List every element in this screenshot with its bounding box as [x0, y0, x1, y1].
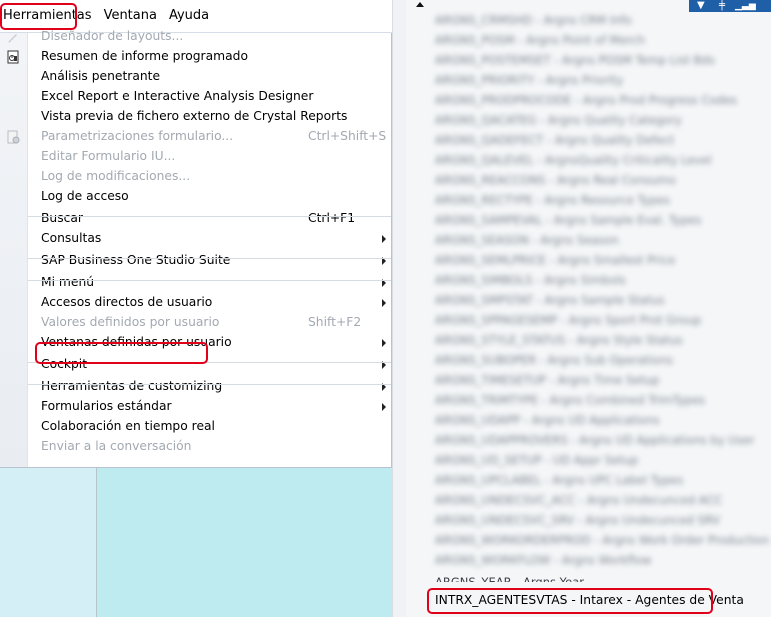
udo-row[interactable]: ARGNS_POSTEMSET - Argns POSM Temp List B… — [435, 53, 715, 71]
menu-item-parametrizaciones-formulario[interactable]: Parametrizaciones formulario... Ctrl+Shif… — [0, 127, 391, 147]
udo-list-pane: ▼ ╪ ▁▃▅ ARGNS_CRMSHD - Argns CRM Info ARG… — [406, 0, 771, 617]
udo-row[interactable]: ARGNS_QACATEG - Argns Quality Category — [435, 113, 682, 131]
menu-item-ventanas-definidas-por-usuario[interactable]: Ventanas definidas por usuario — [0, 333, 391, 353]
menu-item-label: Resumen de informe programado — [41, 49, 248, 63]
submenu-arrow-icon — [382, 339, 386, 347]
menu-item-excel-report-e-interactive-analysis-designer[interactable]: Excel Report e Interactive Analysis Desi… — [0, 87, 391, 107]
menu-item-label: Buscar — [41, 211, 83, 225]
menu-item-label: Log de acceso — [41, 189, 129, 203]
udo-row[interactable]: ARGNS_STYLE_STATUS - Argns Style Status — [435, 333, 683, 351]
udo-row[interactable]: ARGNS_SIMBOLS - Argns Simbols — [435, 273, 626, 291]
menu-item-enviar-a-la-conversacion[interactable]: Enviar a la conversación — [0, 437, 391, 457]
menu-item-label: Mi menú — [41, 275, 95, 289]
udo-row[interactable]: ARGNS_POSM - Argns Point of Merch — [435, 33, 645, 51]
menu-item-valores-definidos-por-usuario[interactable]: Valores definidos por usuario Shift+F2 — [0, 313, 391, 333]
menu-item-colaboracion-en-tiempo-real[interactable]: Colaboración en tiempo real — [0, 417, 391, 437]
menu-item-label: Consultas — [41, 231, 102, 245]
menu-item-shortcut: Shift+F2 — [308, 315, 362, 329]
background-panel-cyan — [97, 468, 392, 617]
menu-item-label: Parametrizaciones formulario... — [41, 129, 234, 143]
signal-icon: ▁▃▅ — [735, 1, 756, 11]
udo-row[interactable]: ARGNS_UDAPP - Argns UD Applications — [435, 413, 660, 431]
menu-item-editar-formulario-iu[interactable]: Editar Formulario IU... — [0, 147, 391, 167]
udo-row[interactable]: ARGNS_SAMPEVAL - Argns Sample Eval. Type… — [435, 213, 701, 231]
udo-row[interactable]: ARGNS_SMPSTAT - Argns Sample Status — [435, 293, 665, 311]
menu-item-analisis-penetrante[interactable]: Análisis penetrante — [0, 67, 391, 87]
chevron-down-icon[interactable]: ▼ — [697, 1, 705, 11]
menu-item-label: Editar Formulario IU... — [41, 149, 176, 163]
submenu-arrow-icon — [382, 299, 386, 307]
udo-row[interactable]: ARGNS_QADEFECT - Argns Quality Defect — [435, 133, 674, 151]
udo-row[interactable]: ARGNS_PRIORITY - Argns Priority — [435, 73, 623, 91]
menu-item-label: Enviar a la conversación — [41, 439, 192, 453]
menu-item-log-de-modificaciones[interactable]: Log de modificaciones... — [0, 167, 391, 187]
udo-row[interactable]: ARGNS_UD_SETUP - UD Appr Setup — [435, 453, 638, 471]
menu-item-buscar[interactable]: Buscar Ctrl+F1 — [0, 209, 391, 229]
menu-separator — [28, 384, 391, 385]
udo-row[interactable]: ARGNS_TRIMTYPE - Argns Combined TrimType… — [435, 393, 705, 411]
udo-row[interactable]: ARGNS_CRMSHD - Argns CRM Info — [435, 13, 632, 31]
menu-item-mi-menu[interactable]: Mi menú — [0, 273, 391, 293]
pencil-icon — [5, 29, 21, 45]
udo-row[interactable]: ARGNS_QALEVEL - ArgnsQuality Criticality… — [435, 153, 711, 171]
udo-row[interactable]: ARGNS_RECTYPE - Argns Resource Types — [435, 193, 670, 211]
menu-item-label: Excel Report e Interactive Analysis Desi… — [41, 89, 314, 103]
pin-icon[interactable]: ╪ — [719, 1, 725, 11]
menu-item-label: Accesos directos de usuario — [41, 295, 213, 309]
udo-row[interactable]: ARGNS_SUBOPER - Argns Sub Operations — [435, 353, 673, 371]
title-bar-strip: ▼ ╪ ▁▃▅ — [689, 0, 771, 12]
udo-row[interactable]: ARGNS_SEASON - Argns Season — [435, 233, 619, 251]
menu-item-sap-business-one-studio-suite[interactable]: SAP Business One Studio Suite — [0, 251, 391, 271]
menu-separator — [28, 258, 391, 259]
udo-row[interactable]: ARGNS_UNDECSVC_SRV - Argns Undecunced SR… — [435, 513, 720, 531]
udo-row[interactable]: ARGNS_TIMESETUP - Argns Time Setup — [435, 373, 659, 391]
udo-row[interactable]: ARGNS_REACCONS - Argns Real Consumo — [435, 173, 676, 191]
udo-row[interactable]: ARGNS_UNDECSVC_ACC - Argns Undecunced AC… — [435, 493, 722, 511]
submenu-arrow-icon — [382, 235, 386, 243]
menu-item-label: Ventanas definidas por usuario — [41, 335, 232, 349]
menu-item-label: Herramientas de customizing — [41, 379, 223, 393]
menu-item-resumen-de-informe-programado[interactable]: Resumen de informe programado — [0, 47, 391, 67]
menu-item-label: Colaboración en tiempo real — [41, 419, 215, 433]
menu-separator — [28, 362, 391, 363]
form-settings-icon — [5, 129, 21, 145]
menu-item-log-de-acceso[interactable]: Log de acceso — [0, 187, 391, 207]
menu-item-herramientas-de-customizing[interactable]: Herramientas de customizing — [0, 377, 391, 397]
submenu-arrow-icon — [382, 403, 386, 411]
report-icon — [5, 49, 21, 65]
menu-item-label: Diseñador de layouts... — [41, 29, 184, 43]
menu-item-consultas[interactable]: Consultas — [0, 229, 391, 249]
menu-item-label: Valores definidos por usuario — [41, 315, 220, 329]
menu-item-label: SAP Business One Studio Suite — [41, 253, 231, 267]
splitter — [392, 0, 407, 617]
herramientas-dropdown: Diseñador de layouts... Resumen de inform… — [0, 29, 392, 468]
menu-item-disenador-de-layouts[interactable]: Diseñador de layouts... — [0, 27, 391, 47]
menu-item-vista-previa-de-fichero-externo-de-crystal-reports[interactable]: Vista previa de fichero externo de Cryst… — [0, 107, 391, 127]
menu-item-label: Cockpit — [41, 357, 88, 371]
udo-row[interactable]: ARGNS_UPCLABEL - Argns UPC Label Types — [435, 473, 683, 491]
menu-item-shortcut: Ctrl+F1 — [308, 211, 356, 225]
udo-row[interactable]: ARGNS_PRODPROCODE - Argns Prod Progress … — [435, 93, 737, 111]
menu-item-label: Formularios estándar — [41, 399, 172, 413]
menu-item-accesos-directos-de-usuario[interactable]: Accesos directos de usuario — [0, 293, 391, 313]
udo-row-selected[interactable]: INTRX_AGENTESVTAS - Intarex - Agentes de… — [435, 593, 744, 611]
udo-row[interactable]: ARGNS_SEMLPRICE - Argns Smallest Price — [435, 253, 675, 271]
menu-item-label: Log de modificaciones... — [41, 169, 191, 183]
udo-row[interactable]: ARGNS_UDAPPROVERS - Argns UD Application… — [435, 433, 754, 451]
menu-item-label: Vista previa de fichero externo de Cryst… — [41, 109, 348, 123]
scroll-up-icon[interactable] — [416, 2, 424, 7]
udo-row-partial[interactable]: ARGNS_YEAR - Argns Year — [435, 573, 584, 591]
menu-item-formularios-estandar[interactable]: Formularios estándar — [0, 397, 391, 417]
udo-row[interactable]: ARGNS_SPPAGESEMP - Argns Sport Prot Grou… — [435, 313, 701, 331]
menu-item-label: Análisis penetrante — [41, 69, 161, 83]
menu-separator — [28, 216, 391, 217]
menu-separator — [28, 280, 391, 281]
background-panel-left — [0, 468, 97, 617]
udo-row[interactable]: ARGNS_WORKORDERPROD - Argns Work Order P… — [435, 533, 769, 551]
menu-item-cockpit[interactable]: Cockpit — [0, 355, 391, 375]
udo-row[interactable]: ARGNS_WORKFLOW - Argns Workflow — [435, 553, 651, 571]
menu-item-shortcut: Ctrl+Shift+S — [308, 129, 387, 143]
